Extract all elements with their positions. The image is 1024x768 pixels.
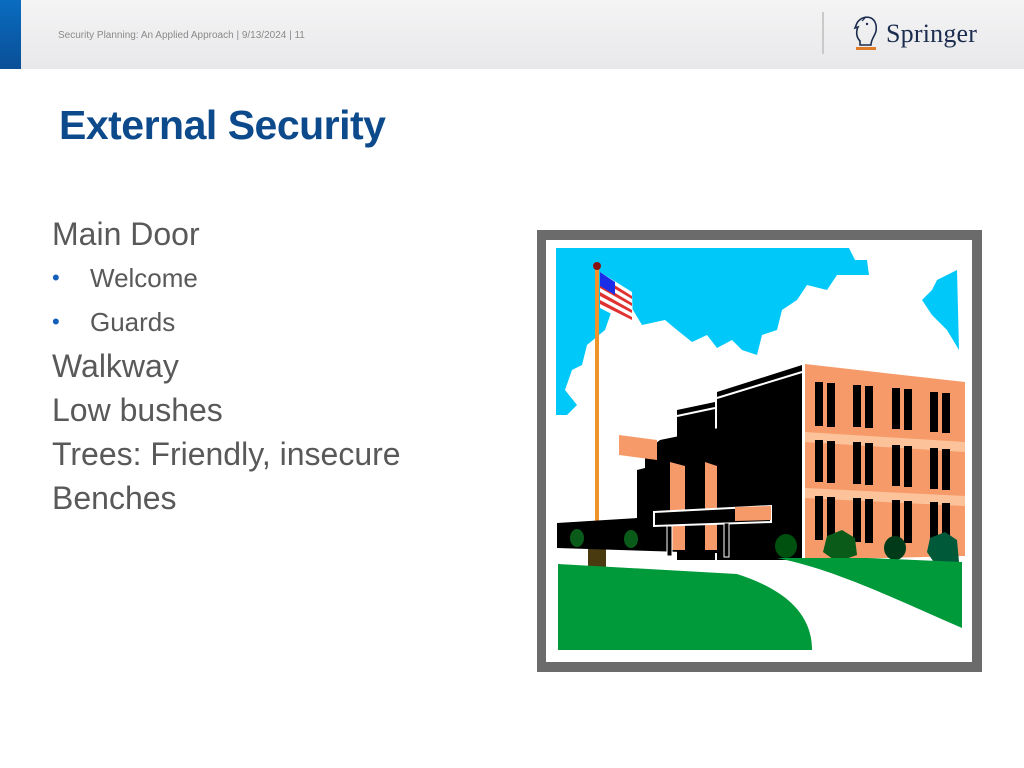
content-item-low-bushes: Low bushes <box>52 392 223 428</box>
content-subitem-welcome: • Welcome <box>52 256 401 300</box>
content-subitem-guards: • Guards <box>52 300 401 344</box>
bush <box>624 530 638 548</box>
content-item-main-door: Main Door <box>52 216 200 252</box>
bullet-icon: • <box>52 265 60 290</box>
subitem-text: Welcome <box>90 263 198 293</box>
bullet-icon: • <box>52 309 60 334</box>
content-item-trees: Trees: Friendly, insecure <box>52 436 401 472</box>
header-accent-bar <box>0 0 21 69</box>
bush <box>570 529 584 547</box>
school-building-clipart <box>537 230 982 672</box>
bush <box>884 536 906 560</box>
flagpole-finial <box>593 262 601 270</box>
content-item-walkway: Walkway <box>52 348 179 384</box>
subitem-text: Guards <box>90 307 176 337</box>
content-item-benches: Benches <box>52 480 177 516</box>
canopy-post <box>723 522 730 558</box>
slide-title: External Security <box>59 102 386 148</box>
header-footer-text: Security Planning: An Applied Approach |… <box>58 30 305 41</box>
slide-content: Main Door • Welcome • Guards Walkway Low… <box>52 212 401 520</box>
canopy-brick <box>735 506 771 521</box>
canopy-post <box>666 525 673 557</box>
logo-text: Springer <box>886 19 978 48</box>
bush <box>775 534 797 558</box>
flagpole <box>595 268 599 548</box>
slide-header: Security Planning: An Applied Approach |… <box>0 0 1024 69</box>
header-divider <box>822 12 824 54</box>
springer-logo: Springer <box>852 14 977 54</box>
knight-chess-horse-icon <box>853 16 878 50</box>
